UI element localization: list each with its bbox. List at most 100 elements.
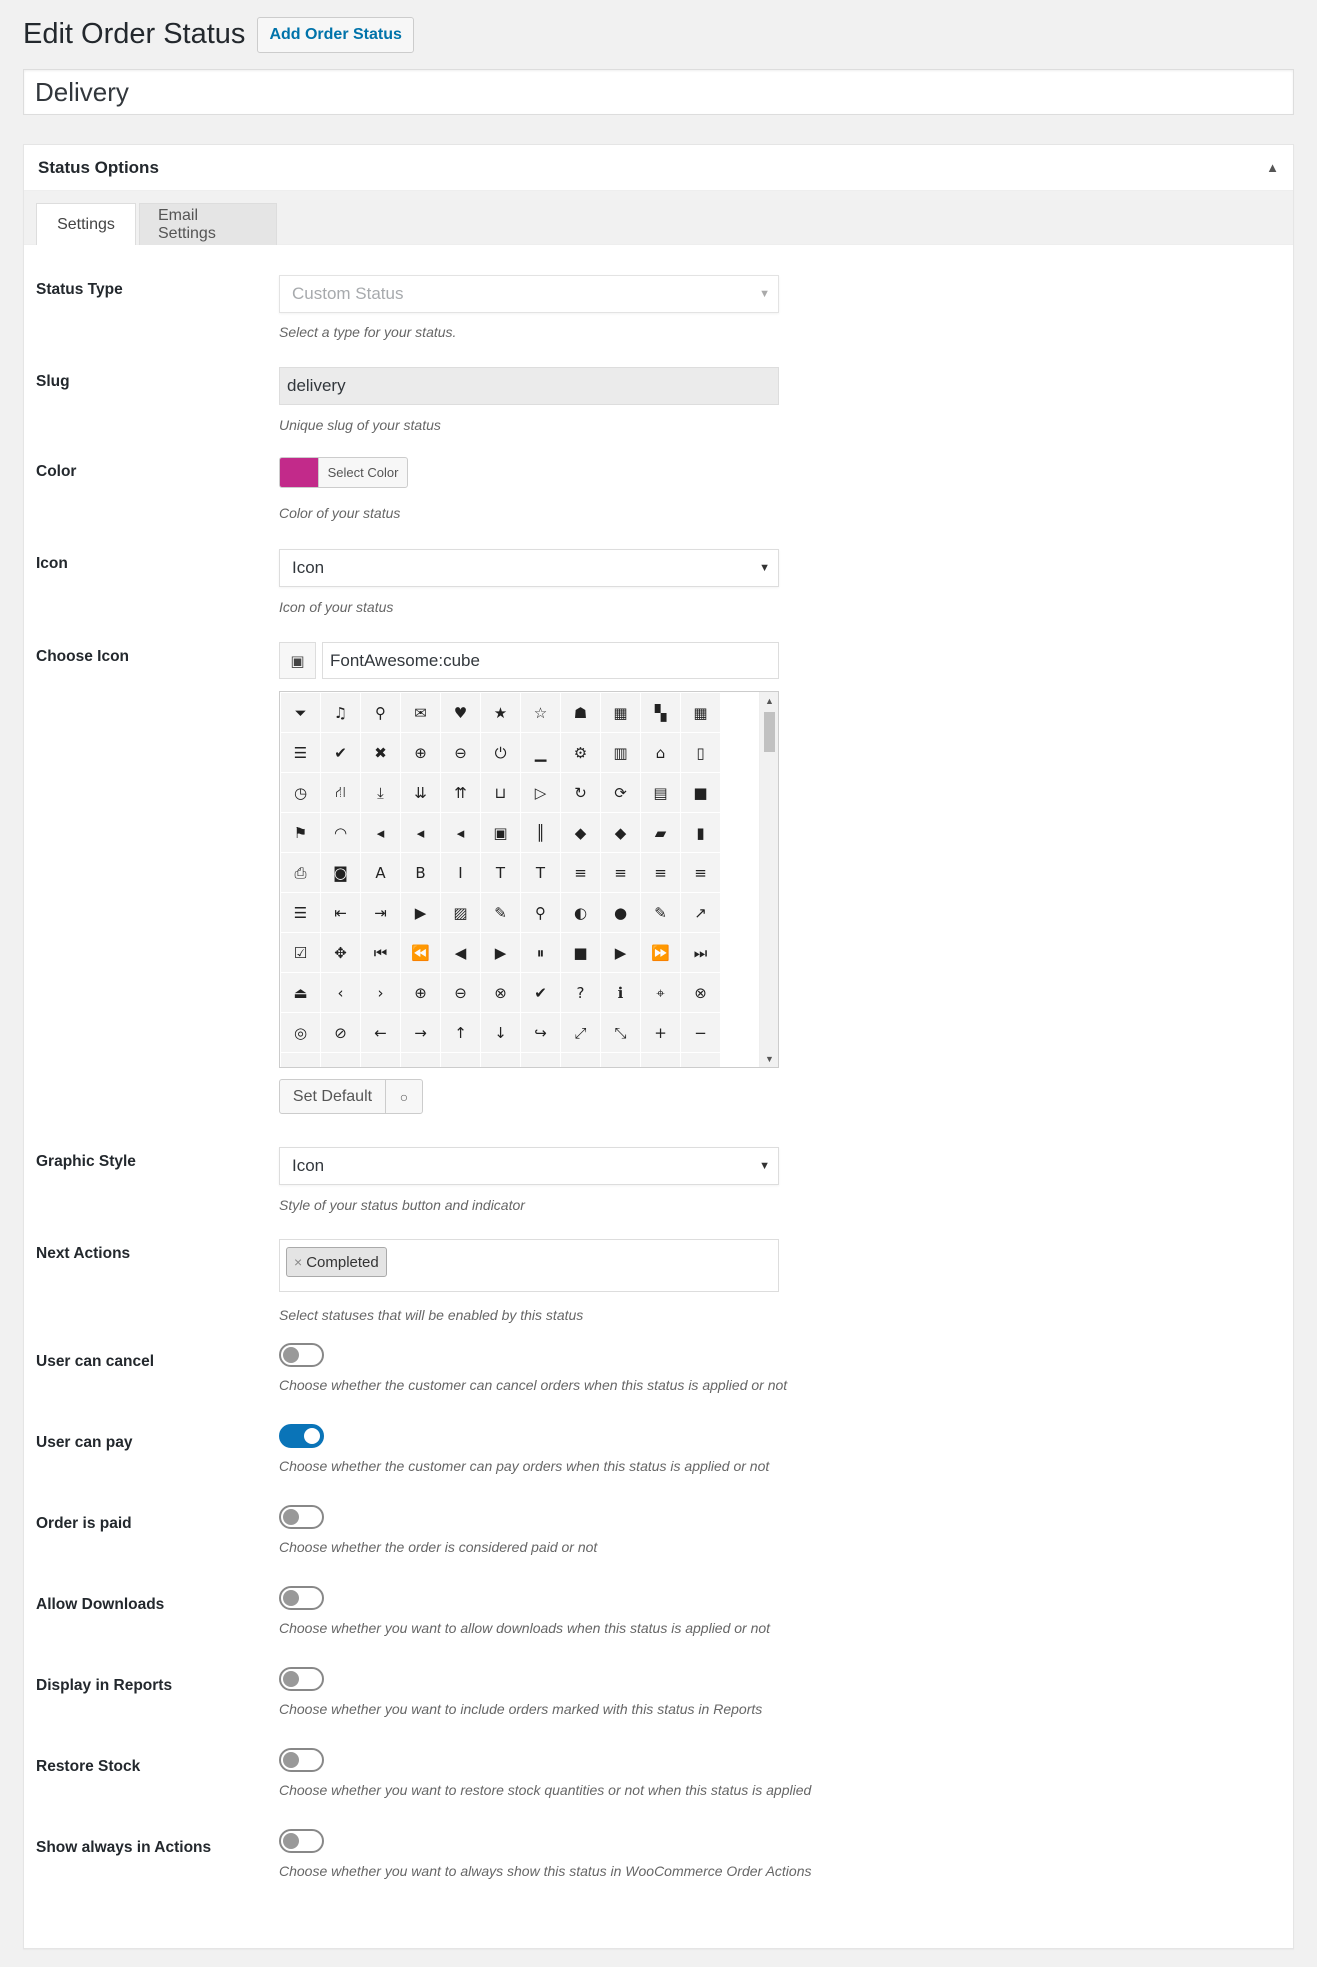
status-type-select[interactable]: Custom Status ▼	[279, 275, 779, 313]
order-is-paid-toggle[interactable]	[279, 1505, 324, 1529]
home-icon[interactable]: ⌂	[641, 733, 680, 772]
plus-icon[interactable]: +	[641, 1013, 680, 1052]
print-icon[interactable]: ⎙	[281, 853, 320, 892]
scroll-up-icon[interactable]: ▲	[760, 692, 778, 709]
check-icon[interactable]: ✔	[321, 733, 360, 772]
inbox-icon[interactable]: ⊔	[481, 773, 520, 812]
eye-icon[interactable]: ◉	[481, 1053, 520, 1067]
play-circle-icon[interactable]: ▷	[521, 773, 560, 812]
fast-forward-icon[interactable]: ⏩	[641, 933, 680, 972]
scroll-down-icon[interactable]: ▼	[760, 1050, 778, 1067]
refresh-icon[interactable]: ⟳	[601, 773, 640, 812]
star-outline-icon[interactable]: ☆	[521, 693, 560, 732]
minus-circle-icon[interactable]: ⊖	[441, 973, 480, 1012]
book-icon[interactable]: ▰	[641, 813, 680, 852]
graphic-style-select[interactable]: Icon ▼	[279, 1147, 779, 1185]
user-can-pay-toggle[interactable]	[279, 1424, 324, 1448]
envelope-icon[interactable]: ✉	[401, 693, 440, 732]
chevron-right-icon[interactable]: ›	[361, 973, 400, 1012]
restore-stock-toggle[interactable]	[279, 1748, 324, 1772]
crosshairs-icon[interactable]: ⌖	[641, 973, 680, 1012]
font-icon[interactable]: A	[361, 853, 400, 892]
stop-icon[interactable]: ■	[561, 933, 600, 972]
zoom-out-icon[interactable]: ⊖	[441, 733, 480, 772]
select-color-button[interactable]: Select Color	[279, 457, 408, 488]
chevron-left-icon[interactable]: ‹	[321, 973, 360, 1012]
exclamation-circle-icon[interactable]: !	[321, 1053, 360, 1067]
volume-down-icon[interactable]: ◂	[401, 813, 440, 852]
align-justify-icon[interactable]: ≡	[681, 853, 720, 892]
info-circle-icon[interactable]: ℹ	[601, 973, 640, 1012]
arrows-icon[interactable]: ✥	[321, 933, 360, 972]
collapse-arrow-icon[interactable]: ▲	[1266, 160, 1279, 175]
backward-icon[interactable]: ◀	[441, 933, 480, 972]
video-camera-icon[interactable]: ▶	[401, 893, 440, 932]
next-actions-select[interactable]: × Completed	[279, 1239, 779, 1292]
step-backward-icon[interactable]: ⏮	[361, 933, 400, 972]
minus-icon[interactable]: −	[681, 1013, 720, 1052]
leaf-icon[interactable]: ❦	[401, 1053, 440, 1067]
align-left-icon[interactable]: ≡	[561, 853, 600, 892]
pencil-icon[interactable]: ✎	[481, 893, 520, 932]
add-order-status-button[interactable]: Add Order Status	[257, 17, 414, 53]
clear-icon-button[interactable]: ○	[386, 1080, 422, 1113]
user-can-cancel-toggle[interactable]	[279, 1343, 324, 1367]
play-icon[interactable]: ▶	[481, 933, 520, 972]
metabox-header[interactable]: Status Options ▲	[24, 145, 1293, 191]
forward-icon[interactable]: ▶	[601, 933, 640, 972]
volume-off-icon[interactable]: ◂	[361, 813, 400, 852]
text-width-icon[interactable]: T	[521, 853, 560, 892]
display-in-reports-toggle[interactable]	[279, 1667, 324, 1691]
allow-downloads-toggle[interactable]	[279, 1586, 324, 1610]
bookmark-icon[interactable]: ▮	[681, 813, 720, 852]
arrow-circle-down-icon[interactable]: ⇊	[401, 773, 440, 812]
eject-icon[interactable]: ⏏	[281, 973, 320, 1012]
times-circle-icon[interactable]: ⊗	[481, 973, 520, 1012]
trash-icon[interactable]: ▥	[601, 733, 640, 772]
check-circle-icon[interactable]: ✔	[521, 973, 560, 1012]
camera-icon[interactable]: ◙	[321, 853, 360, 892]
bold-icon[interactable]: B	[401, 853, 440, 892]
arrow-left-icon[interactable]: ←	[361, 1013, 400, 1052]
filter-icon[interactable]: ⏷	[281, 693, 320, 732]
tint-icon[interactable]: ●	[601, 893, 640, 932]
show-always-in-actions-toggle[interactable]	[279, 1829, 324, 1853]
check-square-icon[interactable]: ☑	[281, 933, 320, 972]
check-circle-outline-icon[interactable]: ◎	[281, 1013, 320, 1052]
tag-remove-icon[interactable]: ×	[294, 1254, 302, 1270]
gift-icon[interactable]: ▣	[361, 1053, 400, 1067]
tab-email-settings[interactable]: Email Settings	[139, 203, 277, 245]
search-icon[interactable]: ⚲	[361, 693, 400, 732]
map-marker-icon[interactable]: ⚲	[521, 893, 560, 932]
text-height-icon[interactable]: T	[481, 853, 520, 892]
picture-icon[interactable]: ▨	[441, 893, 480, 932]
list-icon[interactable]: ☰	[281, 893, 320, 932]
slug-input[interactable]: delivery	[279, 367, 779, 405]
tags-icon[interactable]: ◆	[601, 813, 640, 852]
list-alt-icon[interactable]: ▤	[641, 773, 680, 812]
random-icon[interactable]: ⤮	[681, 1053, 720, 1067]
qrcode-icon[interactable]: ▣	[481, 813, 520, 852]
flag-icon[interactable]: ⚑	[281, 813, 320, 852]
times-icon[interactable]: ✖	[361, 733, 400, 772]
th-icon[interactable]: ▦	[681, 693, 720, 732]
heart-icon[interactable]: ♥	[441, 693, 480, 732]
times-circle-outline-icon[interactable]: ⊗	[681, 973, 720, 1012]
outdent-icon[interactable]: ⇤	[321, 893, 360, 932]
icon-select[interactable]: Icon ▼	[279, 549, 779, 587]
fast-backward-icon[interactable]: ⏪	[401, 933, 440, 972]
star-icon[interactable]: ★	[481, 693, 520, 732]
signal-icon[interactable]: ▁	[521, 733, 560, 772]
arrow-up-icon[interactable]: ↑	[441, 1013, 480, 1052]
icon-value-input[interactable]: FontAwesome:cube	[322, 642, 779, 679]
set-default-button[interactable]: Set Default	[280, 1080, 386, 1113]
align-center-icon[interactable]: ≡	[601, 853, 640, 892]
file-icon[interactable]: ▯	[681, 733, 720, 772]
plane-icon[interactable]: ✈	[601, 1053, 640, 1067]
zoom-in-icon[interactable]: ⊕	[401, 733, 440, 772]
scroll-thumb[interactable]	[764, 712, 775, 752]
icon-grid-scrollbar[interactable]: ▲ ▼	[759, 692, 778, 1067]
step-forward-icon[interactable]: ⏭	[681, 933, 720, 972]
arrow-right-icon[interactable]: →	[401, 1013, 440, 1052]
tag-icon[interactable]: ◆	[561, 813, 600, 852]
